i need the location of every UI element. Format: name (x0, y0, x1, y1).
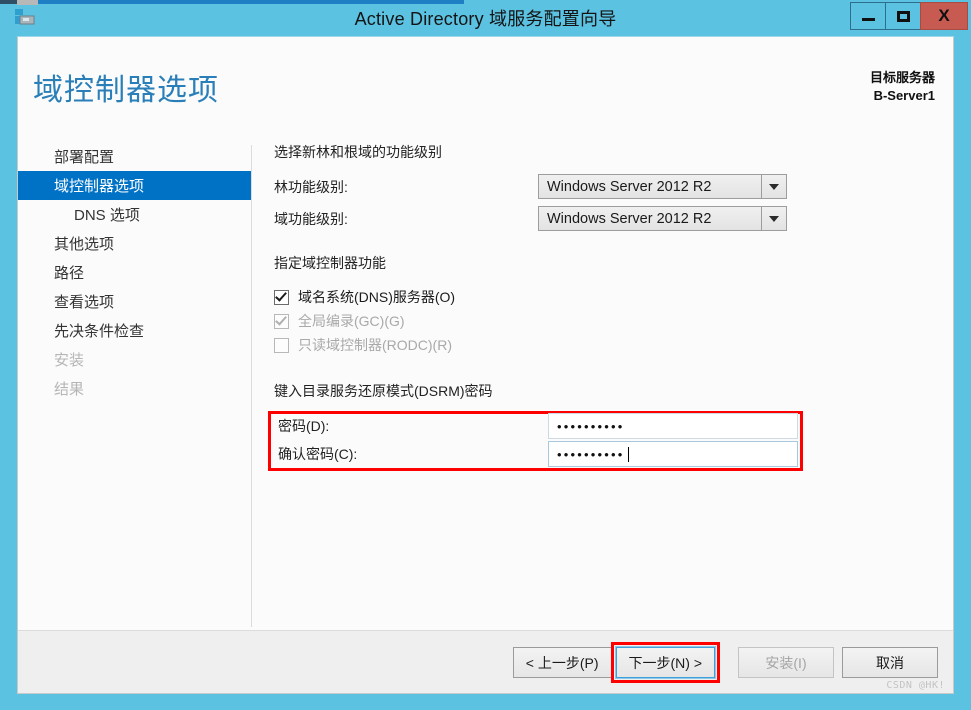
sidebar-item-3[interactable]: 其他选项 (18, 229, 251, 258)
capability-row-1: 全局编录(GC)(G) (268, 309, 936, 333)
capability-row-0[interactable]: 域名系统(DNS)服务器(O) (268, 285, 936, 309)
domain-level-value: Windows Server 2012 R2 (547, 210, 712, 227)
checkbox-0[interactable] (274, 288, 289, 305)
forest-level-select[interactable]: Windows Server 2012 R2 (538, 174, 787, 199)
annotation-box-next: 下一步(N) > (610, 642, 720, 683)
close-button[interactable]: X (920, 2, 968, 30)
next-button[interactable]: 下一步(N) > (614, 646, 716, 679)
wizard-steps-nav: 部署配置 域控制器选项 DNS 选项 其他选项 路径 查看选项 先决条件检查安装结果 (18, 142, 251, 403)
minimize-icon (861, 18, 875, 21)
domain-level-label: 域功能级别: (274, 210, 348, 227)
password-row: 密码(D): •••••••••• (268, 413, 803, 439)
confirm-password-input[interactable]: •••••••••• (548, 441, 798, 467)
domain-level-select[interactable]: Windows Server 2012 R2 (538, 206, 787, 231)
maximize-button[interactable] (885, 2, 921, 30)
page-title: 域控制器选项 (33, 74, 219, 107)
capability-label-0: 域名系统(DNS)服务器(O) (298, 289, 456, 305)
sidebar-item-4[interactable]: 路径 (18, 258, 251, 287)
chevron-down-icon[interactable] (761, 175, 786, 198)
check-icon (275, 288, 287, 302)
titlebar-decor-left (0, 0, 17, 4)
watermark: CSDN @HK! (886, 680, 945, 691)
capability-label-2: 只读域控制器(RODC)(R) (298, 337, 452, 353)
checkbox-2 (274, 337, 289, 353)
footer-buttons: < 上一步(P) 下一步(N) > 安装(I) 取消 (512, 642, 938, 683)
text-cursor (627, 446, 629, 462)
target-server-block: 目标服务器 B-Server1 (870, 69, 935, 105)
chevron-down-icon[interactable] (761, 207, 786, 230)
forest-level-label: 林功能级别: (274, 178, 348, 195)
sidebar-item-8: 结果 (54, 381, 85, 398)
functional-level-heading: 选择新林和根域的功能级别 (274, 144, 442, 160)
screen: Active Directory 域服务配置向导 X 域控制器选项 目标服务器 … (0, 0, 971, 710)
domain-level-row: 域功能级别: Windows Server 2012 R2 (268, 206, 936, 231)
sidebar-item-5[interactable]: 查看选项 (18, 287, 251, 316)
capabilities-heading: 指定域控制器功能 (274, 255, 386, 271)
minimize-button[interactable] (850, 2, 886, 30)
dsrm-password-group: 密码(D): •••••••••• 确认密码(C): •••••••••• (268, 411, 803, 471)
forest-level-value: Windows Server 2012 R2 (547, 178, 712, 195)
maximize-icon (896, 10, 910, 22)
dialog-footer: < 上一步(P) 下一步(N) > 安装(I) 取消 CSDN @HK! (18, 630, 953, 693)
cancel-button[interactable]: 取消 (842, 647, 938, 678)
sidebar-item-1[interactable]: 域控制器选项 (18, 171, 251, 200)
password-value: •••••••••• (557, 418, 625, 434)
checkbox-1 (274, 312, 289, 329)
forest-level-row: 林功能级别: Windows Server 2012 R2 (268, 174, 936, 199)
confirm-password-label: 确认密码(C): (278, 446, 358, 462)
window-controls: X (850, 2, 968, 30)
sidebar-item-6[interactable]: 先决条件检查 (18, 316, 251, 345)
main-content: 选择新林和根域的功能级别 林功能级别: Windows Server 2012 … (268, 142, 936, 471)
check-icon (275, 312, 287, 326)
pane-divider (251, 145, 252, 627)
capabilities-list: 域名系统(DNS)服务器(O) 全局编录(GC)(G) 只读域控制器(RODC)(R… (268, 285, 936, 357)
password-label: 密码(D): (278, 418, 330, 434)
titlebar-decor-blue (38, 0, 464, 4)
capability-row-2: 只读域控制器(RODC)(R) (268, 333, 936, 357)
wizard-window: 域控制器选项 目标服务器 B-Server1 部署配置 域控制器选项 DNS 选项其… (17, 36, 954, 694)
install-button: 安装(I) (738, 647, 834, 678)
target-server-name: B-Server1 (873, 88, 935, 103)
confirm-password-row: 确认密码(C): •••••••••• (268, 441, 803, 467)
dsrm-heading: 键入目录服务还原模式(DSRM)密码 (274, 383, 493, 399)
target-server-label: 目标服务器 (869, 70, 935, 85)
confirm-password-value: •••••••••• (557, 446, 625, 462)
sidebar-item-7: 安装 (54, 352, 85, 369)
password-input[interactable]: •••••••••• (548, 413, 798, 439)
sidebar-item-2[interactable]: DNS 选项 (18, 200, 251, 229)
window-title: Active Directory 域服务配置向导 (354, 9, 617, 29)
previous-button[interactable]: < 上一步(P) (512, 647, 612, 678)
capability-label-1: 全局编录(GC)(G) (298, 313, 405, 329)
sidebar-item-0[interactable]: 部署配置 (18, 142, 251, 171)
window-titlebar[interactable]: Active Directory 域服务配置向导 X (0, 0, 971, 32)
